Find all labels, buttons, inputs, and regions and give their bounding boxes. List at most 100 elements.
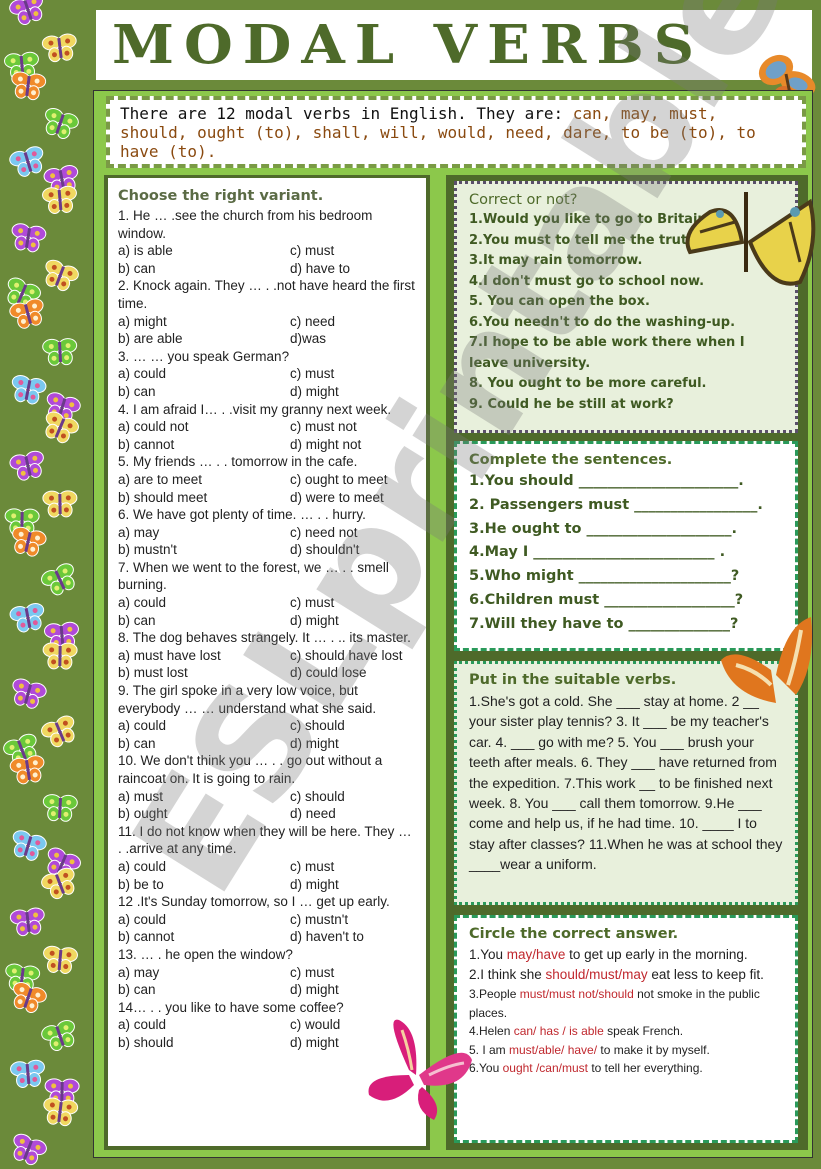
option-d: d) might xyxy=(290,982,339,998)
sentence-start: 6.You xyxy=(469,1061,503,1075)
options-row: b) mustn't d) shouldn't xyxy=(118,541,416,559)
option-d: d) haven't to xyxy=(290,929,364,945)
option-c: c) need xyxy=(290,313,336,329)
question-item: 11. I do not know when they will be here… xyxy=(118,823,416,893)
question-item: 7. When we went to the forest, we … . . … xyxy=(118,559,416,629)
options-row: a) must have lost c) should have lost xyxy=(118,647,416,665)
small-butterfly-icon xyxy=(9,450,44,481)
question-text: 13. … . he open the window? xyxy=(118,946,293,962)
correct-item: 7.I hope to be able work there when I le… xyxy=(469,335,745,371)
choose-variant-title: Choose the right variant. xyxy=(118,188,324,204)
option-b: b) should xyxy=(118,1034,174,1050)
small-butterfly-icon xyxy=(9,907,45,937)
answer-choices: ought /can/must xyxy=(502,1061,588,1075)
question-item: 1. He … .see the church from his bedroom… xyxy=(118,207,416,277)
options-row: a) could c) should xyxy=(118,717,416,735)
circle-item: 3.People must/must not/should not smoke … xyxy=(469,985,783,1022)
small-butterfly-icon xyxy=(41,1019,75,1052)
correct-item: 9. Could he be still at work? xyxy=(469,396,674,412)
option-a: a) could xyxy=(118,1017,167,1033)
sentence-start: 1.You xyxy=(469,947,507,962)
small-butterfly-icon xyxy=(43,1097,79,1127)
small-butterfly-icon xyxy=(9,0,43,26)
options-row: b) must lost d) could lose xyxy=(118,664,416,682)
option-b: b) cannot xyxy=(118,929,175,945)
option-b: b) can xyxy=(118,982,156,998)
option-c: c) would xyxy=(290,1017,341,1033)
small-butterfly-icon xyxy=(12,830,47,861)
question-text: 6. We have got plenty of time. … . . hur… xyxy=(118,507,366,523)
option-a: a) could xyxy=(118,366,167,382)
question-text: 12 .It's Sunday tomorrow, so I … get up … xyxy=(118,894,390,910)
correct-item: 6.You needn't to do the washing-up. xyxy=(469,314,736,330)
small-butterfly-icon xyxy=(45,411,79,444)
options-row: a) may c) need not xyxy=(118,524,416,542)
option-c: c) should xyxy=(290,718,345,734)
sentence-end: to get up early in the morning. xyxy=(565,947,748,962)
option-b: b) cannot xyxy=(118,436,175,452)
question-item: 9. The girl spoke in a very low voice, b… xyxy=(118,682,416,752)
sentence-end: eat less to keep fit. xyxy=(647,967,764,982)
option-b: b) mustn't xyxy=(118,542,177,558)
option-a: a) could xyxy=(118,595,167,611)
options-row: b) can d) might xyxy=(118,612,416,630)
circle-answer-list: 1.You may/have to get up early in the mo… xyxy=(469,945,783,1078)
option-b: b) can xyxy=(118,735,156,751)
option-b: b) are able xyxy=(118,331,183,347)
small-butterfly-icon xyxy=(41,867,75,900)
option-d: d) need xyxy=(290,806,336,822)
option-a: a) may xyxy=(118,964,160,980)
answer-choices: can/ has / is able xyxy=(513,1024,604,1038)
question-text: 9. The girl spoke in a very low voice, b… xyxy=(118,683,377,716)
option-a: a) might xyxy=(118,313,167,329)
small-butterfly-icon xyxy=(12,526,47,557)
options-row: b) cannot d) might not xyxy=(118,436,416,454)
option-d: d) might xyxy=(290,735,339,751)
question-item: 2. Knock again. They … . .not have heard… xyxy=(118,277,416,347)
question-list: 1. He … .see the church from his bedroom… xyxy=(118,207,416,1052)
small-butterfly-icon xyxy=(45,259,79,292)
circle-item: 4.Helen can/ has / is able speak French. xyxy=(469,1022,783,1041)
small-butterfly-icon xyxy=(42,338,78,366)
question-item: 12 .It's Sunday tomorrow, so I … get up … xyxy=(118,893,416,946)
sentence-start: 3.People xyxy=(469,987,520,1001)
option-b: b) must lost xyxy=(118,665,188,681)
option-d: d) could lose xyxy=(290,665,367,681)
option-b: b) can xyxy=(118,612,156,628)
sentence-end: to tell her everything. xyxy=(587,1061,703,1075)
options-row: b) ought d) need xyxy=(118,805,416,823)
question-item: 6. We have got plenty of time. … . . hur… xyxy=(118,506,416,559)
correct-item: 8. You ought to be more careful. xyxy=(469,376,707,391)
option-d: d) might xyxy=(290,612,339,628)
small-butterfly-icon xyxy=(10,1059,45,1088)
sentence-end: speak French. xyxy=(603,1024,684,1038)
option-c: c) need not xyxy=(290,524,358,540)
option-c: c) must not xyxy=(290,419,357,435)
option-b: b) should meet xyxy=(118,489,208,505)
options-row: a) could c) must xyxy=(118,858,416,876)
page-title: MODAL VERBS xyxy=(112,13,705,77)
option-b: b) be to xyxy=(118,876,164,892)
sentence-item: 1.You should ______________________. xyxy=(469,473,744,489)
question-item: 4. I am afraid I… . .visit my granny nex… xyxy=(118,401,416,454)
options-row: b) are able d)was xyxy=(118,330,416,348)
sentence-end: to make it by myself. xyxy=(597,1042,710,1057)
sentence-item: 3.He ought to ____________________. xyxy=(469,520,738,537)
small-butterfly-icon xyxy=(41,33,77,63)
question-text: 14… . . you like to have some coffee? xyxy=(118,999,344,1015)
title-banner: MODAL VERBS xyxy=(96,10,812,80)
options-row: a) could c) must xyxy=(118,365,416,383)
sentence-start: 5. I am xyxy=(469,1042,510,1057)
answer-choices: must/must not/should xyxy=(519,987,634,1001)
option-c: c) must xyxy=(290,243,335,259)
question-item: 8. The dog behaves strangely. It … . .. … xyxy=(118,629,416,682)
options-row: b) can d) might xyxy=(118,383,416,401)
question-item: 13. … . he open the window? a) may c) must… xyxy=(118,946,416,999)
intro-text: There are 12 modal verbs in English. The… xyxy=(120,104,573,123)
options-row: a) could c) mustn't xyxy=(118,911,416,929)
complete-sentences-list: 1.You should ______________________. 2. P… xyxy=(469,470,783,637)
question-text: 7. When we went to the forest, we … . . … xyxy=(118,559,389,593)
option-a: a) could xyxy=(118,911,167,927)
small-butterfly-icon xyxy=(43,945,78,974)
option-c: c) must xyxy=(290,595,335,611)
